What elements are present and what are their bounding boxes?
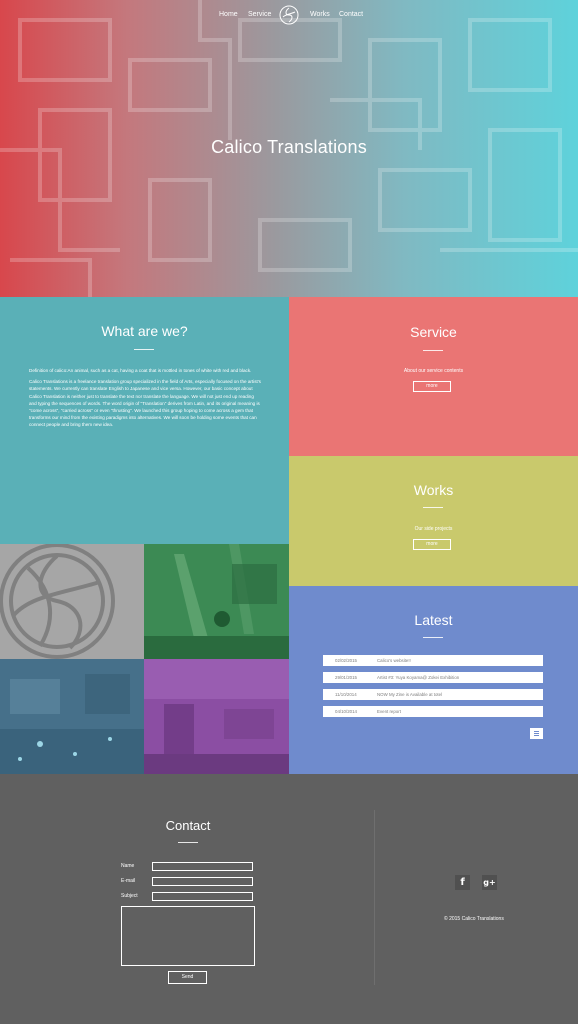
service-title: Service	[410, 324, 457, 340]
nav-home[interactable]: Home	[219, 11, 238, 18]
googleplus-icon[interactable]: g+	[482, 875, 497, 890]
hero-title: Calico Translations	[211, 137, 367, 157]
message-field[interactable]	[121, 906, 255, 966]
news-title: Artist #3: Yuya Koyama@ Zokei Exhibition	[377, 675, 460, 680]
email-field[interactable]	[152, 877, 253, 886]
works-more-button[interactable]: more	[413, 539, 451, 550]
latest-title: Latest	[414, 612, 453, 628]
gallery-photo-gallery	[144, 659, 289, 774]
subject-label: Subject	[121, 893, 138, 899]
latest-more-menu-icon[interactable]	[530, 728, 543, 739]
nav-service[interactable]: Service	[248, 11, 271, 18]
news-item[interactable]: 02/02/2015 Calico's website!!	[323, 655, 543, 666]
service-divider	[423, 350, 443, 351]
news-title: Event report	[377, 709, 401, 714]
news-date: 04/10/2014	[335, 709, 357, 714]
news-item[interactable]: 11/10/2014 NOW My Zine is Available at t…	[323, 689, 543, 700]
news-item[interactable]: 04/10/2014 Event report	[323, 706, 543, 717]
copyright-text: © 2015 Calico Translations	[444, 916, 504, 922]
gallery-photo-room	[0, 659, 144, 774]
latest-divider	[423, 637, 443, 638]
contact-title: Contact	[165, 818, 211, 833]
name-field[interactable]	[152, 862, 253, 871]
about-title: What are we?	[101, 323, 188, 339]
subject-field[interactable]	[152, 892, 253, 901]
email-label: E-mail	[121, 878, 136, 884]
works-title: Works	[413, 482, 454, 498]
calico-logo-large-icon	[0, 544, 115, 659]
contact-divider	[178, 842, 198, 843]
about-description: Calico Translations is a freelance trans…	[29, 379, 261, 428]
about-definition: Definition of calico:An animal, such as …	[29, 368, 252, 373]
news-date: 11/10/2014	[335, 692, 357, 697]
service-more-button[interactable]: more	[413, 381, 451, 392]
send-button[interactable]: Send	[168, 971, 207, 984]
works-divider	[423, 507, 443, 508]
service-panel: Service About our service contents more	[289, 297, 578, 456]
footer-divider	[374, 810, 375, 985]
hero-banner: Home Service Works Contact Calico Transl…	[0, 0, 578, 297]
works-text: Our side projects	[414, 526, 453, 532]
about-divider	[134, 349, 154, 350]
about-text: Definition of calico:An animal, such as …	[29, 367, 261, 433]
name-label: Name	[121, 863, 135, 869]
top-nav: Home Service Works Contact	[0, 0, 578, 32]
news-date: 29/01/2015	[335, 675, 357, 680]
footer	[0, 774, 578, 1024]
news-title: NOW My Zine is Available at totel	[377, 692, 443, 697]
works-panel: Works Our side projects more	[289, 456, 578, 586]
nav-contact[interactable]: Contact	[339, 11, 363, 18]
gallery-photo-stage	[144, 544, 289, 659]
news-date: 02/02/2015	[335, 658, 357, 663]
calico-logo-icon[interactable]	[279, 5, 299, 25]
news-item[interactable]: 29/01/2015 Artist #3: Yuya Koyama@ Zokei…	[323, 672, 543, 683]
service-text: About our service contents	[403, 368, 464, 374]
news-title: Calico's website!!	[377, 658, 411, 663]
nav-works[interactable]: Works	[310, 11, 330, 18]
facebook-icon[interactable]: f	[455, 875, 470, 890]
gallery-logo-tile	[0, 544, 144, 659]
